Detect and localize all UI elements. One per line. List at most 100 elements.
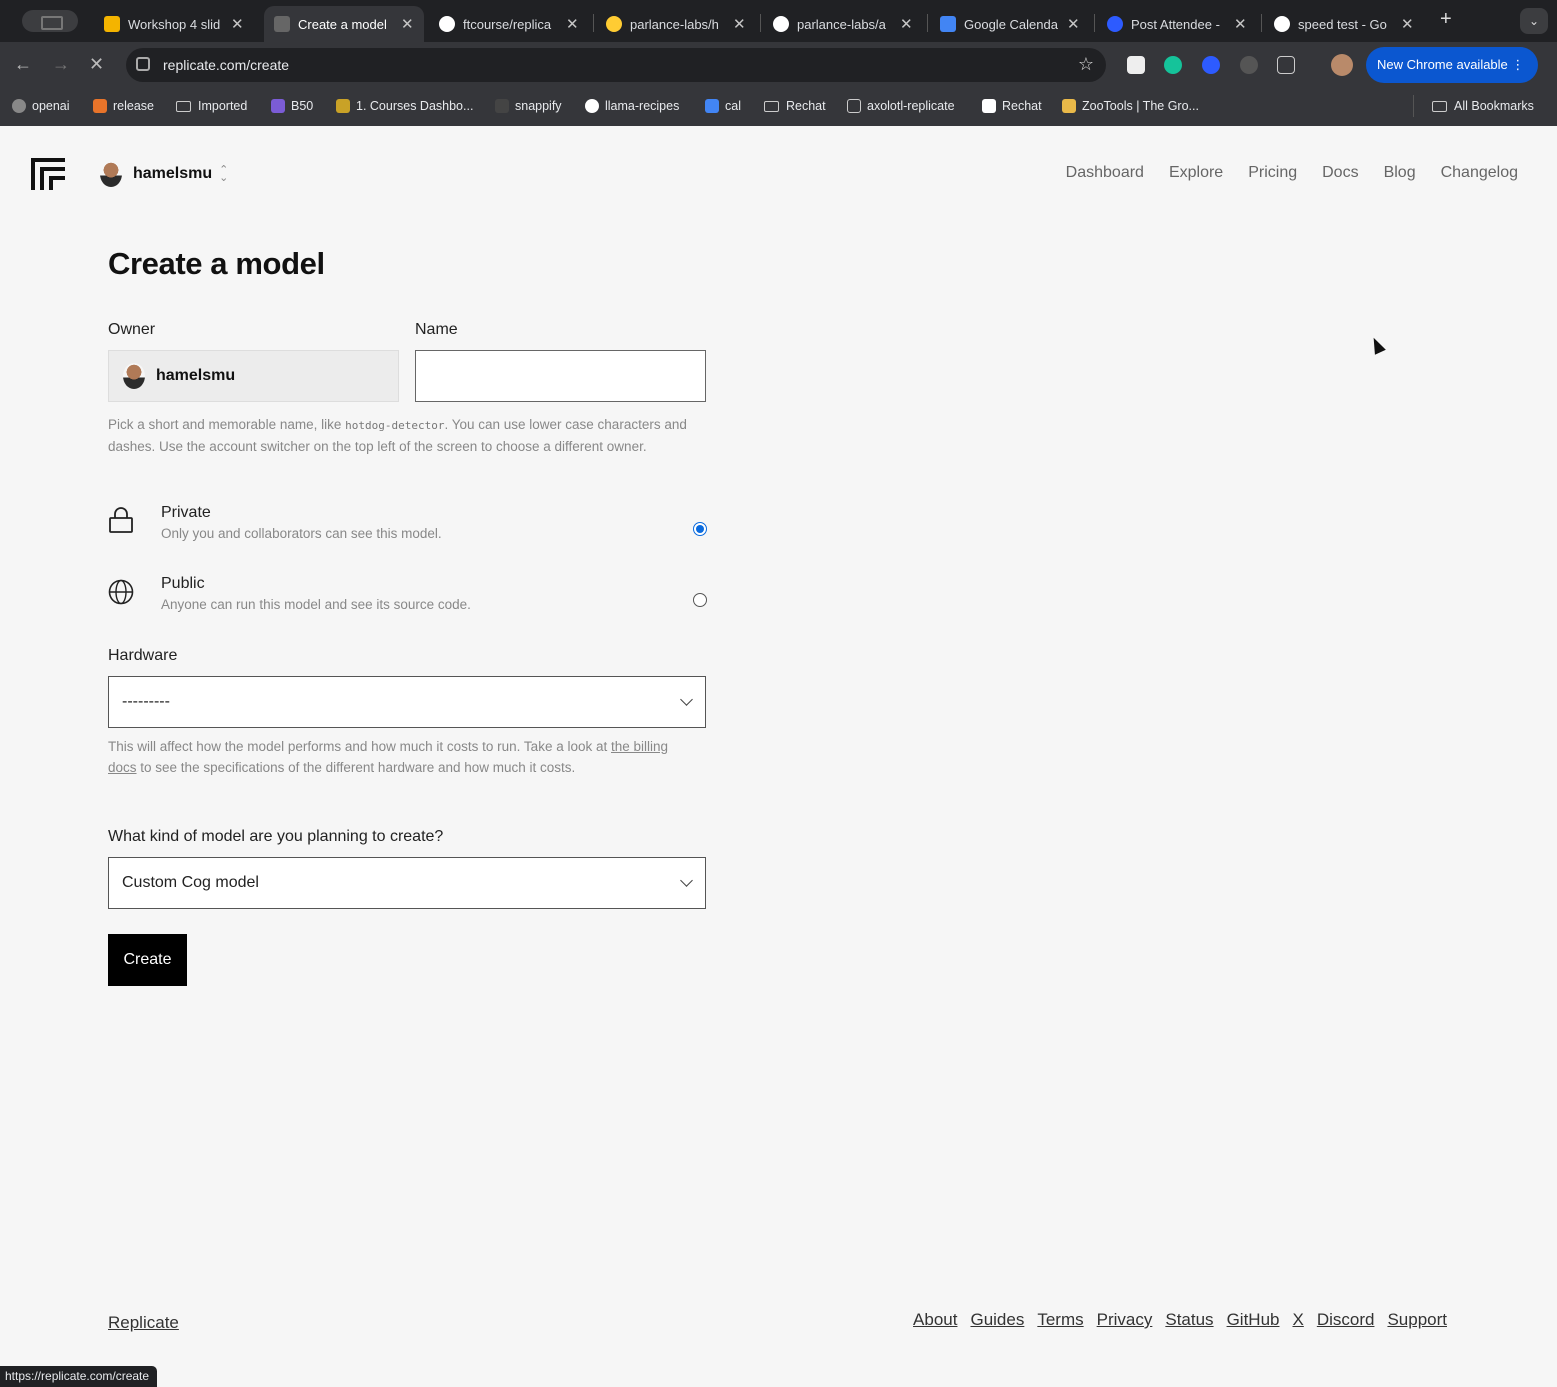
bookmark-llama-recipes[interactable]: llama-recipes [585, 97, 679, 115]
new-chrome-available-button[interactable]: New Chrome available ⋮ [1366, 47, 1539, 83]
bookmark-rechat[interactable]: Rechat [982, 97, 1042, 115]
tab-strip: Workshop 4 slid ✕ Create a model ✕ ftcou… [0, 0, 1557, 42]
avatar [123, 363, 145, 389]
forward-icon[interactable]: → [52, 54, 70, 75]
tab-search-icon[interactable]: ⌄ [1520, 8, 1548, 34]
browser-chrome: Workshop 4 slid ✕ Create a model ✕ ftcou… [0, 0, 1557, 126]
nav-pricing[interactable]: Pricing [1248, 164, 1297, 182]
rechat-icon [982, 99, 996, 113]
extensions-puzzle-icon[interactable] [1277, 56, 1295, 74]
profile-avatar[interactable] [1331, 54, 1353, 76]
grammarly-extension-icon[interactable] [1164, 56, 1182, 74]
zoom-icon [1107, 16, 1123, 32]
visibility-public-option[interactable]: Public Anyone can run this model and see… [108, 575, 708, 621]
tab-post-attendee[interactable]: Post Attendee - ✕ [1097, 6, 1257, 42]
footer-x-link[interactable]: X [1292, 1310, 1303, 1330]
folder-icon [176, 100, 191, 112]
b50-icon [271, 99, 285, 113]
dark-mode-extension-icon[interactable] [1240, 56, 1258, 74]
name-label: Name [415, 321, 458, 338]
calendar-icon [705, 99, 719, 113]
close-tab-icon[interactable]: ✕ [900, 15, 913, 33]
zoom-extension-icon[interactable] [1202, 56, 1220, 74]
close-tab-icon[interactable]: ✕ [566, 15, 579, 33]
bookmark-snappify[interactable]: snappify [495, 97, 562, 115]
page-title: Create a model [108, 246, 325, 281]
footer-guides-link[interactable]: Guides [970, 1310, 1024, 1330]
tab-workshop[interactable]: Workshop 4 slid ✕ [94, 6, 254, 42]
hardware-help-text: This will affect how the model performs … [108, 739, 669, 775]
chevron-updown-icon: ⌃ ⌄ [219, 164, 229, 184]
bookmark-zootools[interactable]: ZooTools | The Gro... [1062, 97, 1199, 115]
private-radio[interactable] [693, 522, 707, 536]
tab-divider [1094, 14, 1095, 32]
folder-icon [1432, 100, 1447, 112]
stop-loading-icon[interactable]: ✕ [89, 54, 104, 75]
bookmark-axolotl-replicate[interactable]: axolotl-replicate [847, 97, 955, 115]
model-kind-select[interactable]: Custom Cog model [108, 857, 706, 909]
more-vert-icon: ⋮ [1511, 57, 1525, 72]
bookmark-star-icon[interactable]: ☆ [1078, 54, 1094, 75]
public-radio[interactable] [693, 593, 707, 607]
bookmark-b50[interactable]: B50 [271, 97, 313, 115]
footer-terms-link[interactable]: Terms [1037, 1310, 1083, 1330]
all-bookmarks[interactable]: All Bookmarks [1432, 97, 1534, 115]
bookmark-release[interactable]: release [93, 97, 154, 115]
google-icon [1274, 16, 1290, 32]
tab-parlance-h[interactable]: parlance-labs/h ✕ [596, 6, 756, 42]
tab-create-model[interactable]: Create a model ✕ [264, 6, 424, 42]
close-tab-icon[interactable]: ✕ [401, 15, 414, 33]
calendar-icon [940, 16, 956, 32]
chevron-down-icon [680, 693, 693, 706]
hardware-select[interactable]: --------- [108, 676, 706, 728]
replicate-logo-icon[interactable] [30, 157, 66, 191]
nav-blog[interactable]: Blog [1384, 164, 1416, 182]
bookmark-rechat-folder[interactable]: Rechat [764, 97, 826, 115]
bookmark-cal[interactable]: cal [705, 97, 741, 115]
close-tab-icon[interactable]: ✕ [231, 15, 244, 33]
footer-discord-link[interactable]: Discord [1317, 1310, 1375, 1330]
footer-about-link[interactable]: About [913, 1310, 957, 1330]
nav-dashboard[interactable]: Dashboard [1066, 164, 1144, 182]
owner-label: Owner [108, 321, 156, 338]
close-tab-icon[interactable]: ✕ [733, 15, 746, 33]
footer-links: About Guides Terms Privacy Status GitHub… [913, 1310, 1447, 1330]
url-text[interactable]: replicate.com/create [163, 57, 289, 73]
footer-support-link[interactable]: Support [1387, 1310, 1447, 1330]
zootools-icon [1062, 99, 1076, 113]
tab-parlance-a[interactable]: parlance-labs/a ✕ [763, 6, 923, 42]
footer-github-link[interactable]: GitHub [1227, 1310, 1280, 1330]
bookmark-openai[interactable]: openai [12, 97, 70, 115]
tab-divider [760, 14, 761, 32]
snappify-icon [495, 99, 509, 113]
account-switcher[interactable]: hamelsmu ⌃ ⌄ [100, 161, 228, 187]
folder-icon [764, 100, 779, 112]
tab-ftcourse[interactable]: ftcourse/replica ✕ [429, 6, 589, 42]
close-tab-icon[interactable]: ✕ [1067, 15, 1080, 33]
new-tab-icon[interactable]: + [1440, 8, 1452, 31]
close-tab-icon[interactable]: ✕ [1234, 15, 1247, 33]
chevron-down-icon [680, 874, 693, 887]
create-button[interactable]: Create [108, 934, 187, 986]
footer-status-link[interactable]: Status [1165, 1310, 1213, 1330]
back-icon[interactable]: ← [14, 54, 32, 75]
instapaper-extension-icon[interactable] [1127, 56, 1145, 74]
nav-docs[interactable]: Docs [1322, 164, 1358, 182]
footer-replicate-link[interactable]: Replicate [108, 1313, 179, 1333]
nav-changelog[interactable]: Changelog [1441, 164, 1518, 182]
github-icon [585, 99, 599, 113]
tab-group-icon[interactable] [22, 10, 78, 32]
tab-google-calendar[interactable]: Google Calenda ✕ [930, 6, 1090, 42]
footer-privacy-link[interactable]: Privacy [1097, 1310, 1153, 1330]
bookmark-courses[interactable]: 1. Courses Dashbo... [336, 97, 473, 115]
tab-divider [593, 14, 594, 32]
visibility-private-option[interactable]: Private Only you and collaborators can s… [108, 504, 708, 550]
lock-icon [109, 507, 133, 533]
address-bar[interactable]: replicate.com/create ☆ [126, 48, 1106, 82]
nav-explore[interactable]: Explore [1169, 164, 1223, 182]
tab-speed-test[interactable]: speed test - Go ✕ [1264, 6, 1424, 42]
site-settings-icon[interactable] [136, 57, 150, 71]
close-tab-icon[interactable]: ✕ [1401, 15, 1414, 33]
bookmark-imported[interactable]: Imported [176, 97, 247, 115]
name-input[interactable] [415, 350, 706, 402]
